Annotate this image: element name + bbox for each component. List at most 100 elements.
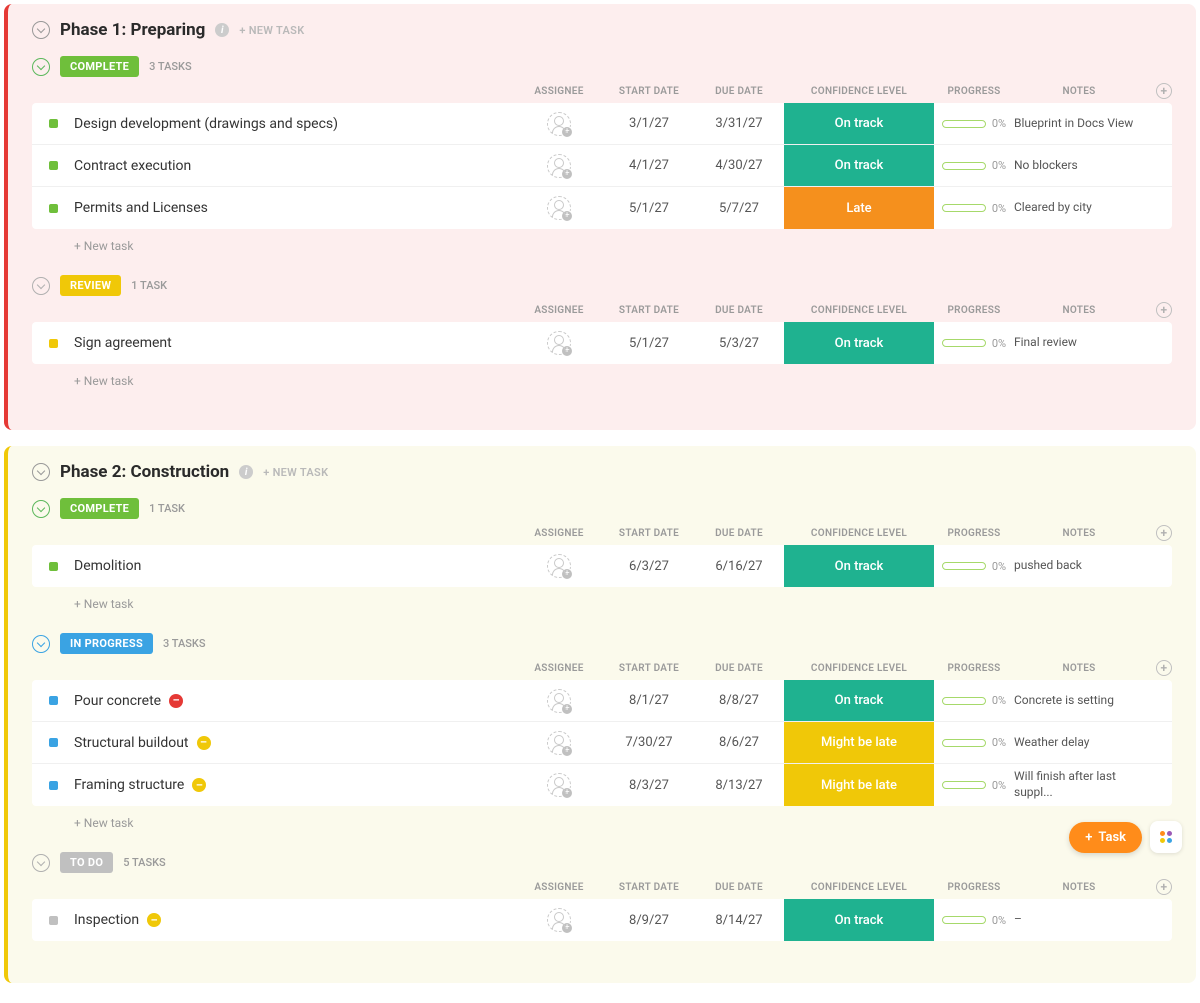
assignee-cell[interactable]: + xyxy=(547,554,571,578)
confidence-cell[interactable]: On track xyxy=(784,899,934,941)
confidence-cell[interactable]: On track xyxy=(784,680,934,721)
due-date[interactable]: 8/14/27 xyxy=(694,913,784,928)
task-row[interactable]: Structural buildout– + 7/30/27 8/6/27 Mi… xyxy=(32,722,1172,764)
add-column-button[interactable]: + xyxy=(1156,660,1172,676)
progress-cell[interactable]: 0% xyxy=(934,337,1014,350)
due-date[interactable]: 5/3/27 xyxy=(694,336,784,351)
progress-cell[interactable]: 0% xyxy=(934,202,1014,215)
task-name[interactable]: Sign agreement xyxy=(74,335,514,351)
status-square[interactable] xyxy=(49,916,58,925)
progress-cell[interactable]: 0% xyxy=(934,694,1014,707)
progress-cell[interactable]: 0% xyxy=(934,159,1014,172)
due-date[interactable]: 8/8/27 xyxy=(694,693,784,708)
progress-cell[interactable]: 0% xyxy=(934,560,1014,573)
task-row[interactable]: Pour concrete– + 8/1/27 8/8/27 On track … xyxy=(32,680,1172,722)
phase-title[interactable]: Phase 2: Construction xyxy=(60,462,229,482)
assignee-cell[interactable]: + xyxy=(547,773,571,797)
chevron-down-icon[interactable] xyxy=(32,58,50,76)
notes-cell[interactable]: No blockers xyxy=(1014,158,1144,174)
progress-cell[interactable]: 0% xyxy=(934,736,1014,749)
assignee-cell[interactable]: + xyxy=(547,154,571,178)
assignee-cell[interactable]: + xyxy=(547,731,571,755)
chevron-down-icon[interactable] xyxy=(32,463,50,481)
confidence-cell[interactable]: On track xyxy=(784,322,934,364)
task-name[interactable]: Contract execution xyxy=(74,158,514,174)
task-name[interactable]: Demolition xyxy=(74,558,514,574)
phase-new-task-link[interactable]: + NEW TASK xyxy=(263,466,328,479)
task-row[interactable]: Demolition + 6/3/27 6/16/27 On track 0% … xyxy=(32,545,1172,587)
notes-cell[interactable]: Concrete is setting xyxy=(1014,693,1144,709)
add-column-button[interactable]: + xyxy=(1156,83,1172,99)
progress-cell[interactable]: 0% xyxy=(934,117,1014,130)
due-date[interactable]: 6/16/27 xyxy=(694,559,784,574)
task-name[interactable]: Structural buildout– xyxy=(74,735,514,751)
new-task-fab[interactable]: +Task xyxy=(1069,822,1142,853)
task-row[interactable]: Permits and Licenses + 5/1/27 5/7/27 Lat… xyxy=(32,187,1172,229)
start-date[interactable]: 7/30/27 xyxy=(604,735,694,750)
chevron-down-icon[interactable] xyxy=(32,277,50,295)
new-task-link[interactable]: + New task xyxy=(32,229,1172,253)
progress-cell[interactable]: 0% xyxy=(934,779,1014,792)
chevron-down-icon[interactable] xyxy=(32,21,50,39)
new-task-link[interactable]: + New task xyxy=(32,587,1172,611)
start-date[interactable]: 8/1/27 xyxy=(604,693,694,708)
new-task-link[interactable]: + New task xyxy=(32,806,1172,830)
task-row[interactable]: Sign agreement + 5/1/27 5/3/27 On track … xyxy=(32,322,1172,364)
assignee-cell[interactable]: + xyxy=(547,908,571,932)
chevron-down-icon[interactable] xyxy=(32,635,50,653)
start-date[interactable]: 8/3/27 xyxy=(604,778,694,793)
info-icon[interactable]: i xyxy=(215,23,229,37)
chevron-down-icon[interactable] xyxy=(32,854,50,872)
task-name[interactable]: Framing structure– xyxy=(74,777,514,793)
task-row[interactable]: Contract execution + 4/1/27 4/30/27 On t… xyxy=(32,145,1172,187)
task-row[interactable]: Framing structure– + 8/3/27 8/13/27 Migh… xyxy=(32,764,1172,806)
assignee-cell[interactable]: + xyxy=(547,196,571,220)
confidence-cell[interactable]: On track xyxy=(784,103,934,144)
notes-cell[interactable]: Final review xyxy=(1014,335,1144,351)
confidence-cell[interactable]: Might be late xyxy=(784,722,934,763)
start-date[interactable]: 8/9/27 xyxy=(604,913,694,928)
status-square[interactable] xyxy=(49,161,58,170)
notes-cell[interactable]: pushed back xyxy=(1014,558,1144,574)
status-square[interactable] xyxy=(49,696,58,705)
start-date[interactable]: 4/1/27 xyxy=(604,158,694,173)
task-name[interactable]: Inspection– xyxy=(74,912,514,928)
status-pill[interactable]: IN PROGRESS xyxy=(60,633,153,654)
status-square[interactable] xyxy=(49,204,58,213)
due-date[interactable]: 4/30/27 xyxy=(694,158,784,173)
status-square[interactable] xyxy=(49,119,58,128)
due-date[interactable]: 8/6/27 xyxy=(694,735,784,750)
status-square[interactable] xyxy=(49,339,58,348)
due-date[interactable]: 5/7/27 xyxy=(694,201,784,216)
status-square[interactable] xyxy=(49,781,58,790)
confidence-cell[interactable]: Late xyxy=(784,187,934,229)
task-name[interactable]: Permits and Licenses xyxy=(74,200,514,216)
confidence-cell[interactable]: Might be late xyxy=(784,764,934,806)
apps-button[interactable] xyxy=(1150,821,1182,853)
status-pill[interactable]: COMPLETE xyxy=(60,498,139,519)
status-square[interactable] xyxy=(49,562,58,571)
task-name[interactable]: Pour concrete– xyxy=(74,693,514,709)
assignee-cell[interactable]: + xyxy=(547,112,571,136)
notes-cell[interactable]: – xyxy=(1014,912,1144,928)
start-date[interactable]: 6/3/27 xyxy=(604,559,694,574)
add-column-button[interactable]: + xyxy=(1156,302,1172,318)
notes-cell[interactable]: Cleared by city xyxy=(1014,200,1144,216)
status-pill[interactable]: REVIEW xyxy=(60,275,121,296)
confidence-cell[interactable]: On track xyxy=(784,545,934,587)
task-row[interactable]: Design development (drawings and specs) … xyxy=(32,103,1172,145)
notes-cell[interactable]: Blueprint in Docs View xyxy=(1014,116,1144,132)
phase-new-task-link[interactable]: + NEW TASK xyxy=(239,24,304,37)
notes-cell[interactable]: Weather delay xyxy=(1014,735,1144,751)
notes-cell[interactable]: Will finish after last suppl... xyxy=(1014,769,1144,800)
confidence-cell[interactable]: On track xyxy=(784,145,934,186)
progress-cell[interactable]: 0% xyxy=(934,914,1014,927)
start-date[interactable]: 5/1/27 xyxy=(604,201,694,216)
phase-title[interactable]: Phase 1: Preparing xyxy=(60,20,205,40)
status-pill[interactable]: COMPLETE xyxy=(60,56,139,77)
new-task-link[interactable]: + New task xyxy=(32,364,1172,388)
info-icon[interactable]: i xyxy=(239,465,253,479)
task-name[interactable]: Design development (drawings and specs) xyxy=(74,116,514,132)
start-date[interactable]: 3/1/27 xyxy=(604,116,694,131)
add-column-button[interactable]: + xyxy=(1156,525,1172,541)
